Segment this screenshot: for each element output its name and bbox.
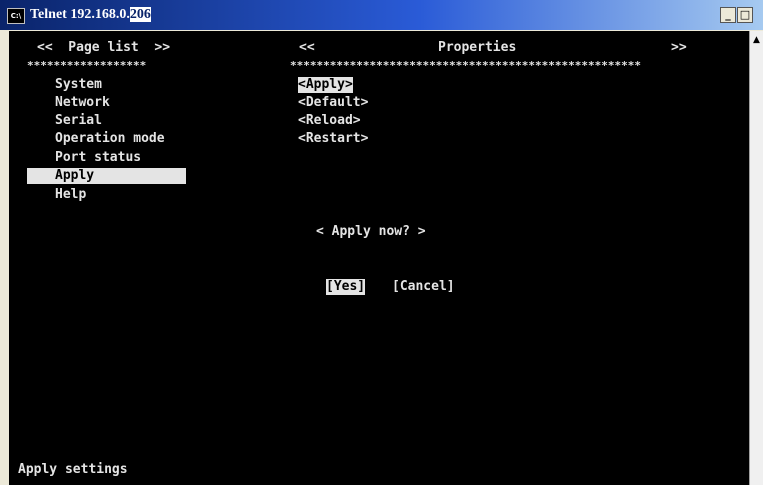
page-item-system[interactable]: System [55, 77, 102, 93]
yes-button[interactable]: [Yes] [326, 279, 366, 295]
title-host-selected: 206 [129, 7, 151, 22]
apply-now-prompt: < Apply now? > [316, 224, 426, 239]
properties-nav-right[interactable]: >> [671, 40, 687, 56]
minimize-button[interactable]: _ [720, 7, 736, 23]
cancel-button[interactable]: [Cancel] [392, 279, 455, 295]
title-bar[interactable]: C:\ Telnet 192.168.0.206 _ □ [0, 0, 763, 30]
page-item-help[interactable]: Help [55, 187, 86, 203]
page-item-operation-mode[interactable]: Operation mode [55, 131, 165, 147]
vertical-scrollbar[interactable]: ▲ [749, 31, 763, 485]
page-item-network[interactable]: Network [55, 95, 110, 111]
title-text: Telnet 192.168.0. [30, 7, 130, 22]
default-action[interactable]: <Default> [298, 95, 368, 111]
page-item-serial[interactable]: Serial [55, 113, 102, 129]
properties-separator: ****************************************… [290, 59, 641, 72]
restart-action[interactable]: <Restart> [298, 131, 368, 147]
scroll-up-arrow-icon[interactable]: ▲ [751, 33, 762, 47]
terminal-screen[interactable]: << Page list >> ****************** Syste… [9, 31, 749, 485]
reload-action[interactable]: <Reload> [298, 113, 361, 129]
window-title: Telnet 192.168.0.206 [30, 7, 151, 23]
page-list-separator: ****************** [27, 59, 147, 72]
telnet-window: C:\ Telnet 192.168.0.206 _ □ << Page lis… [0, 0, 763, 485]
apply-action[interactable]: <Apply> [298, 77, 353, 93]
maximize-button[interactable]: □ [737, 7, 753, 23]
properties-nav-left[interactable]: << [299, 40, 315, 56]
page-item-apply[interactable]: Apply [27, 168, 186, 184]
status-line: Apply settings [18, 462, 128, 477]
properties-header: Properties [438, 40, 517, 55]
page-list-header[interactable]: << Page list >> [37, 40, 170, 56]
page-item-port-status[interactable]: Port status [55, 150, 141, 166]
console-icon[interactable]: C:\ [7, 8, 25, 24]
